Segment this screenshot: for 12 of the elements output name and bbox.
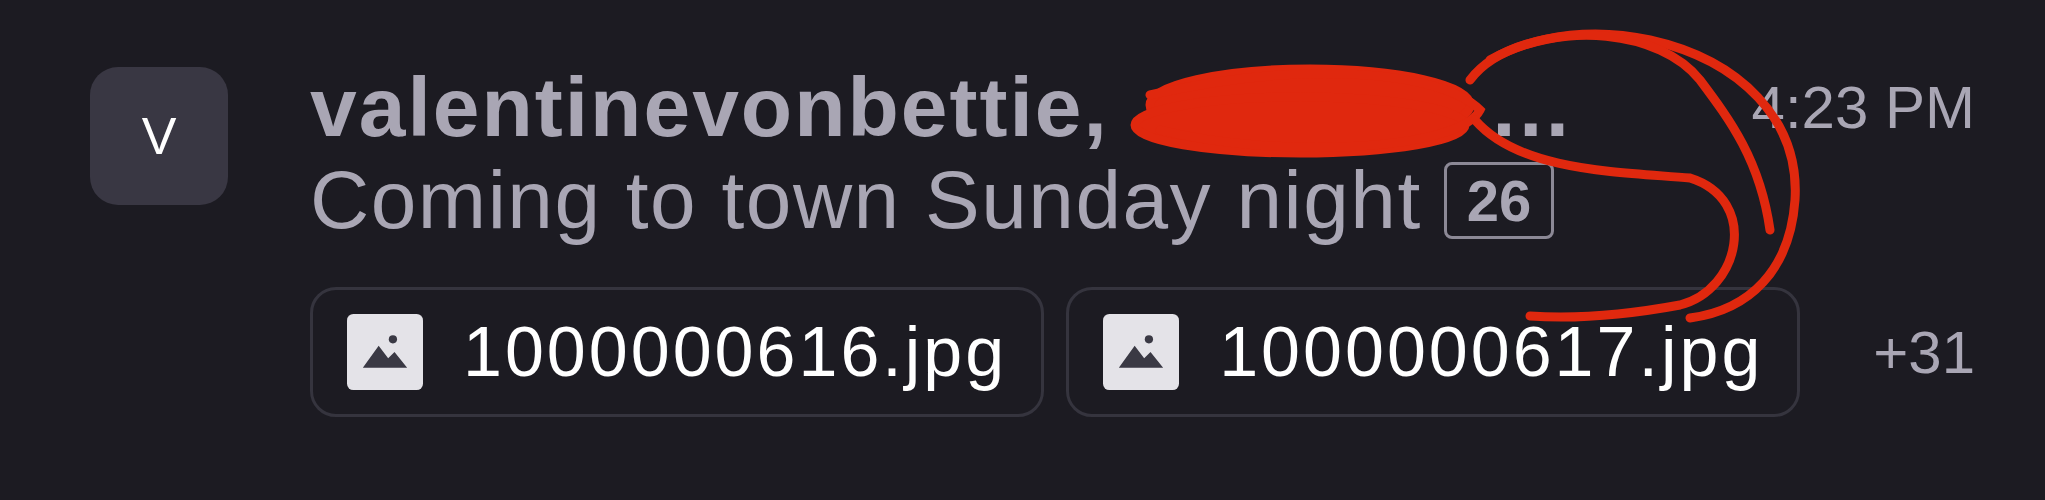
file-name: 1000000617.jpg: [1219, 312, 1764, 392]
image-icon: [1103, 314, 1180, 390]
attachment-chip[interactable]: 1000000616.jpg: [310, 287, 1045, 417]
more-attachments[interactable]: +31: [1873, 317, 1975, 387]
conversation-title: valentinevonbettie,: [310, 58, 1109, 156]
message-preview: Coming to town Sunday night: [310, 153, 1422, 247]
avatar: V: [90, 67, 228, 205]
attachment-chip[interactable]: 1000000617.jpg: [1066, 287, 1801, 417]
image-icon: [347, 314, 423, 390]
file-name: 1000000616.jpg: [463, 312, 1008, 392]
ellipsis: …: [1488, 58, 1575, 156]
count-badge: 26: [1443, 161, 1555, 239]
